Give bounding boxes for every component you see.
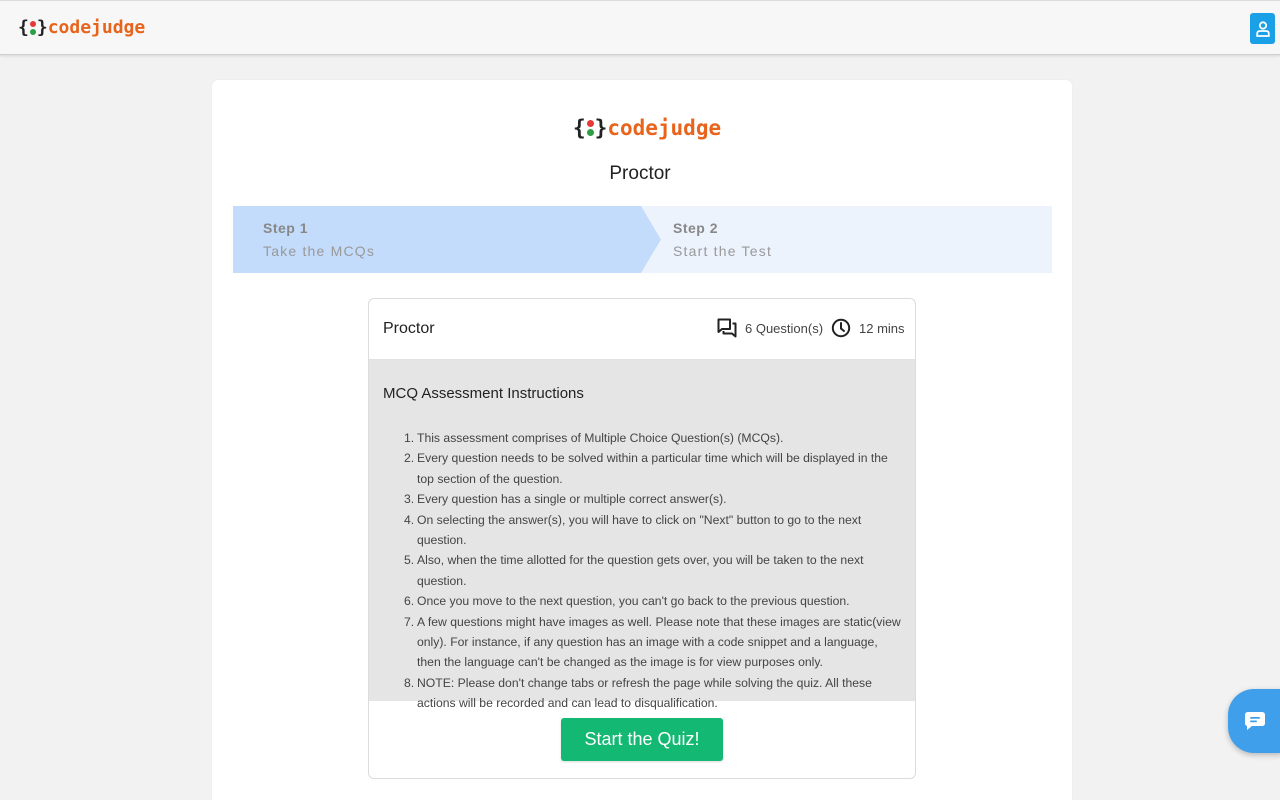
quiz-duration: 12 mins	[831, 318, 905, 338]
instruction-item: 6. Once you move to the next question, yo…	[404, 594, 850, 609]
chat-widget-button[interactable]	[1228, 689, 1280, 753]
page-title: Proctor	[609, 163, 671, 184]
chat-icon	[1245, 712, 1265, 730]
top-navbar: { } codejudge	[0, 0, 1280, 55]
logo-dots-icon	[586, 119, 594, 137]
logo-text: codejudge	[607, 116, 722, 140]
instruction-item: 3. Every question has a single or multipl…	[404, 492, 727, 507]
step-1-subtitle: Take the MCQs	[263, 243, 376, 259]
logo-text: codejudge	[47, 17, 146, 38]
quiz-title: Proctor	[383, 320, 435, 337]
step-1-label: Step 1	[263, 220, 309, 236]
start-quiz-button[interactable]: Start the Quiz!	[561, 718, 723, 761]
instructions-list: 1. This assessment comprises of Multiple …	[404, 428, 904, 714]
clock-icon	[831, 318, 851, 338]
quiz-duration-text: 12 mins	[859, 320, 905, 336]
question-count-text: 6 Question(s)	[745, 320, 824, 336]
step-2-label: Step 2	[673, 220, 719, 236]
logo-dots-icon	[29, 20, 36, 36]
step-1: Step 1 Take the MCQs	[233, 206, 661, 273]
instructions-panel: MCQ Assessment Instructions 1. This asses…	[369, 360, 915, 710]
chat-bubbles-icon	[717, 318, 737, 338]
instruction-item: 2. Every question needs to be solved with…	[404, 451, 888, 486]
instruction-item: 8. NOTE: Please don't change tabs or refr…	[404, 675, 872, 711]
user-icon	[1255, 20, 1270, 37]
instruction-item: 1. This assessment comprises of Multiple …	[404, 431, 784, 445]
logo-brace-close: }	[594, 116, 608, 140]
instructions-title: MCQ Assessment Instructions	[383, 385, 584, 402]
step-1-arrow-shape	[233, 206, 661, 273]
instruction-item: 4. On selecting the answer(s), you will h…	[404, 512, 862, 548]
quiz-card: Proctor 6 Question(s) 12 mins MCQ Assess…	[368, 298, 916, 779]
step-2-subtitle: Start the Test	[673, 243, 773, 259]
steps-progress: Step 1 Take the MCQs Step 2 Start the Te…	[233, 206, 1052, 273]
logo-brace-open: {	[18, 17, 29, 38]
quiz-card-header: Proctor 6 Question(s) 12 mins	[369, 299, 915, 360]
question-count: 6 Question(s)	[717, 318, 823, 338]
logo-brace-open: {	[573, 116, 586, 140]
instruction-item: 7. A few questions might have images as w…	[404, 614, 901, 670]
brand-logo[interactable]: { } codejudge	[18, 17, 145, 38]
center-logo: { } codejudge	[573, 116, 721, 140]
logo-brace-close: }	[36, 17, 48, 38]
user-profile-button[interactable]	[1250, 13, 1275, 44]
instruction-item: 5. Also, when the time allotted for the q…	[404, 553, 864, 588]
